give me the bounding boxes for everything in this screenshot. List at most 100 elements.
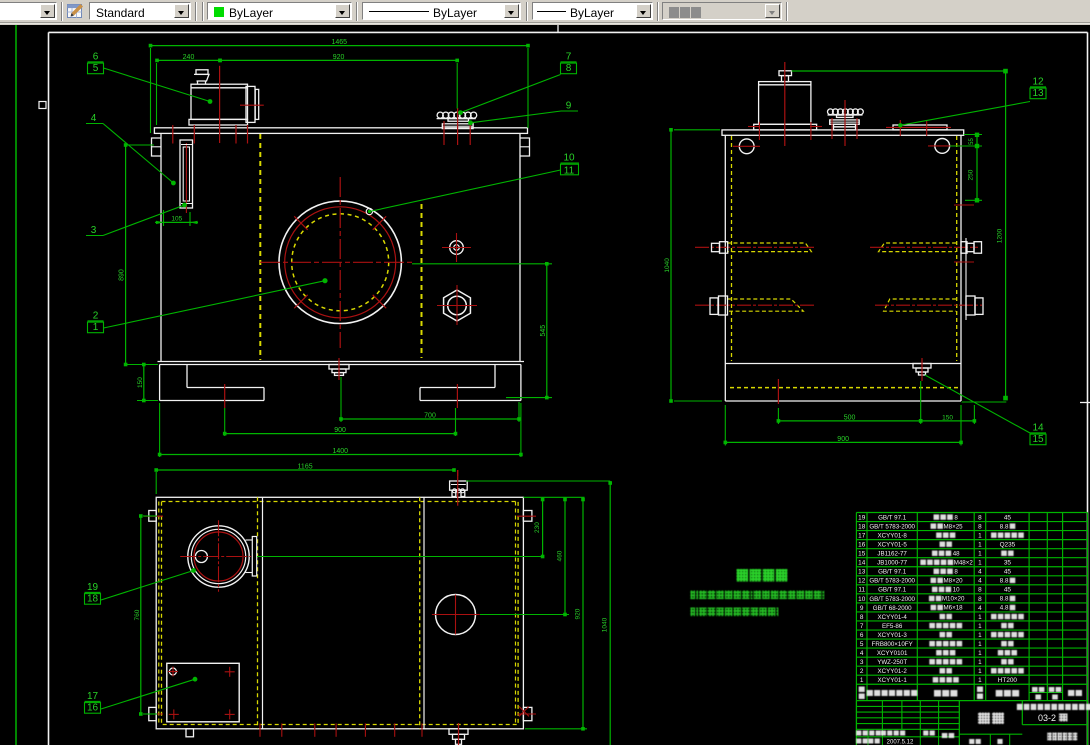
svg-text:18: 18 (858, 523, 866, 530)
svg-text:GB/T 97.1: GB/T 97.1 (878, 514, 907, 521)
svg-text:Q235: Q235 (1000, 542, 1016, 549)
svg-text:1: 1 (978, 560, 982, 567)
svg-text:8: 8 (978, 523, 982, 530)
svg-text:900: 900 (334, 427, 346, 434)
svg-text:17: 17 (858, 533, 866, 540)
svg-text:17: 17 (87, 691, 99, 702)
svg-text:6: 6 (93, 52, 99, 63)
svg-text:920: 920 (333, 54, 345, 61)
svg-text:1: 1 (93, 322, 99, 333)
svg-text:1040: 1040 (664, 258, 671, 273)
svg-text:1: 1 (978, 533, 982, 540)
svg-text:545: 545 (540, 325, 547, 337)
svg-text:150: 150 (137, 377, 144, 388)
svg-text:760: 760 (134, 609, 141, 620)
svg-text:XCYY01-1: XCYY01-1 (878, 677, 908, 684)
svg-text:7: 7 (860, 623, 864, 630)
svg-text:M10×20: M10×20 (942, 596, 965, 603)
svg-text:920: 920 (574, 608, 581, 619)
svg-text:10: 10 (953, 587, 960, 594)
svg-text:M6×18: M6×18 (944, 605, 964, 612)
svg-text:JB1000-77: JB1000-77 (877, 560, 907, 567)
svg-text:8: 8 (978, 587, 982, 594)
svg-text:4: 4 (978, 578, 982, 585)
svg-text:2: 2 (93, 311, 99, 322)
svg-text:1: 1 (860, 677, 864, 684)
svg-text:500: 500 (844, 414, 856, 421)
svg-text:XCYY01-8: XCYY01-8 (878, 533, 908, 540)
svg-text:16: 16 (87, 703, 99, 714)
svg-text:250: 250 (968, 169, 975, 180)
svg-text:2007.5.12: 2007.5.12 (887, 740, 914, 745)
svg-text:55: 55 (969, 138, 975, 145)
svg-text:GB/T 97.1: GB/T 97.1 (878, 587, 907, 594)
svg-text:230: 230 (534, 522, 541, 533)
svg-text:1: 1 (978, 677, 982, 684)
svg-text:16: 16 (858, 542, 866, 549)
svg-text:45: 45 (1004, 514, 1012, 521)
svg-text:45: 45 (1004, 569, 1012, 576)
svg-text:1: 1 (978, 623, 982, 630)
svg-text:700: 700 (424, 412, 436, 419)
svg-text:XCYY01-2: XCYY01-2 (878, 668, 908, 675)
svg-text:13: 13 (1032, 88, 1044, 99)
svg-text:FRB800×10FY: FRB800×10FY (872, 641, 913, 648)
svg-text:8.8: 8.8 (1000, 596, 1009, 603)
svg-text:13: 13 (858, 569, 866, 576)
svg-text:5: 5 (860, 641, 864, 648)
svg-text:10: 10 (563, 153, 575, 164)
svg-text:XCYY01-4: XCYY01-4 (878, 614, 908, 621)
svg-text:1040: 1040 (602, 617, 609, 632)
svg-text:8: 8 (954, 569, 958, 576)
svg-text:8: 8 (978, 514, 982, 521)
svg-text:12: 12 (858, 578, 866, 585)
svg-text:900: 900 (837, 436, 849, 443)
svg-text:XCYY01-5: XCYY01-5 (878, 542, 908, 549)
svg-text:4: 4 (860, 650, 864, 657)
svg-text:240: 240 (183, 54, 195, 61)
svg-text:9: 9 (566, 101, 572, 112)
svg-text:12: 12 (1032, 77, 1044, 88)
svg-text:15: 15 (1032, 434, 1044, 445)
svg-text:10: 10 (858, 596, 866, 603)
svg-text:18: 18 (87, 594, 99, 605)
svg-text:GB/T 5783-2000: GB/T 5783-2000 (869, 523, 915, 530)
svg-text:M48×2: M48×2 (954, 560, 974, 567)
svg-text:8: 8 (954, 514, 958, 521)
svg-text:14: 14 (858, 560, 866, 567)
svg-text:6: 6 (860, 632, 864, 639)
svg-text:3: 3 (860, 659, 864, 666)
svg-text:GB/T 97.1: GB/T 97.1 (878, 569, 907, 576)
svg-text:1200: 1200 (997, 228, 1004, 243)
svg-text:GB/T 5783-2000: GB/T 5783-2000 (869, 578, 915, 585)
svg-text:4: 4 (978, 605, 982, 612)
svg-text:HT200: HT200 (998, 677, 1018, 684)
svg-text:1: 1 (978, 650, 982, 657)
svg-text:48: 48 (953, 550, 960, 557)
svg-text:19: 19 (858, 514, 866, 521)
svg-text:8.8: 8.8 (1000, 523, 1009, 530)
svg-text:4: 4 (978, 569, 982, 576)
svg-text:9: 9 (860, 605, 864, 612)
svg-text:1: 1 (978, 659, 982, 666)
svg-text:GB/T 68-2000: GB/T 68-2000 (873, 605, 912, 612)
svg-text:8.8: 8.8 (1000, 578, 1009, 585)
svg-text:YWZ-250T: YWZ-250T (877, 659, 907, 666)
svg-text:35: 35 (1004, 560, 1012, 567)
svg-text:19: 19 (87, 582, 99, 593)
svg-text:1: 1 (978, 614, 982, 621)
svg-text:150: 150 (942, 414, 953, 421)
svg-text:105: 105 (171, 215, 182, 222)
svg-text:7: 7 (566, 52, 572, 63)
svg-text:EF5-86: EF5-86 (882, 623, 903, 630)
svg-text:15: 15 (858, 551, 866, 558)
svg-text:1: 1 (978, 542, 982, 549)
svg-text:2: 2 (860, 668, 864, 675)
svg-text:1400: 1400 (332, 448, 348, 455)
svg-text:M8×20: M8×20 (944, 578, 964, 585)
svg-text:4.8: 4.8 (1000, 605, 1009, 612)
svg-text:8: 8 (978, 596, 982, 603)
svg-text:3: 3 (91, 225, 97, 236)
svg-text:8: 8 (566, 63, 572, 74)
svg-text:460: 460 (557, 550, 564, 561)
